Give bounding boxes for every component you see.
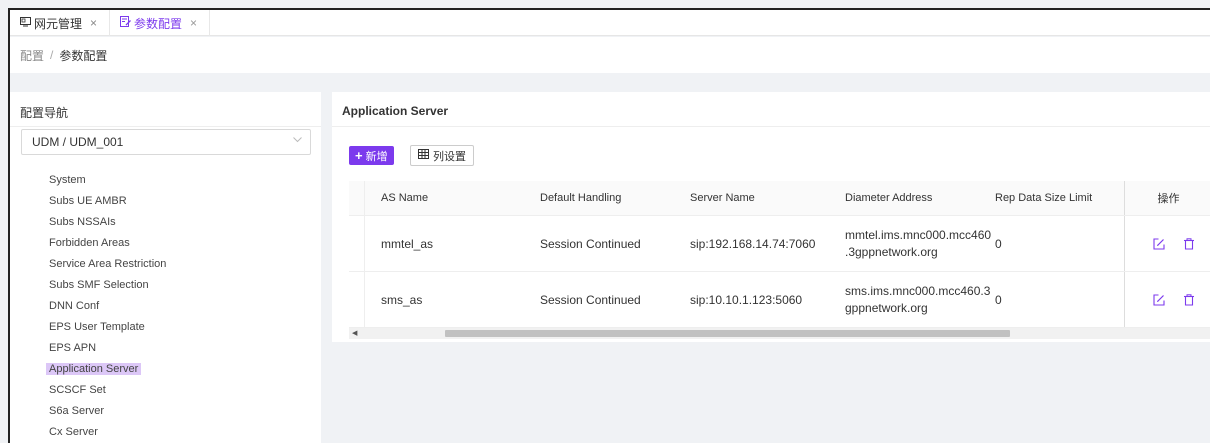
table-row: mmtel_as Session Continued sip:192.168.1… (349, 216, 1210, 272)
header-operations: 操作 (1157, 193, 1180, 205)
diameter-line-1: mmtel.ims.mnc000.mcc460 (845, 227, 992, 242)
add-button[interactable]: + 新增 (349, 146, 394, 165)
nav-item-scscf-set[interactable]: SCSCF Set (46, 380, 169, 401)
cell-as-name: mmtel_as (381, 236, 434, 251)
header-default-handling: Default Handling (540, 192, 622, 204)
cell-rep-data-size-limit: 0 (987, 272, 1125, 327)
cell-rep-data-size-limit: 0 (987, 216, 1125, 271)
row-select-cell (349, 216, 365, 271)
add-button-label: 新增 (365, 150, 388, 163)
monitor-icon (20, 16, 31, 30)
app-frame: 网元管理 × 参数配置 × 配置 / 参数配置 配置导航 UDM / UDM_0… (8, 8, 1210, 443)
tab-label: 网元管理 (34, 16, 83, 31)
close-icon[interactable]: × (190, 16, 197, 30)
nav-item-subs-smf-selection[interactable]: Subs SMF Selection (46, 275, 169, 296)
diameter-line-1: sms.ims.mnc000.mcc460.3 (845, 283, 991, 298)
application-server-table: AS Name Default Handling Server Name Dia… (349, 181, 1210, 328)
nav-item-subs-nssais[interactable]: Subs NSSAIs (46, 212, 169, 233)
cell-operations (1125, 272, 1210, 327)
delete-icon[interactable] (1183, 293, 1195, 306)
nf-select[interactable]: UDM / UDM_001 (21, 129, 311, 155)
tab-parameter-config[interactable]: 参数配置 × (110, 10, 211, 36)
row-select-cell (349, 272, 365, 327)
cell-diameter-address: sms.ims.mnc000.mcc460.3 gppnetwork.org (837, 272, 991, 327)
tab-bar: 网元管理 × 参数配置 × (10, 10, 1210, 36)
cell-server-name: sip:10.10.1.123:5060 (690, 292, 803, 307)
nav-item-service-area-restriction[interactable]: Service Area Restriction (46, 254, 169, 275)
panel-title: 配置导航 (20, 106, 69, 120)
breadcrumb-current: 参数配置 (59, 48, 108, 63)
nav-item-eps-user-template[interactable]: EPS User Template (46, 317, 169, 338)
chevron-down-icon (293, 135, 302, 146)
config-doc-icon (120, 16, 131, 30)
config-nav-panel: 配置导航 UDM / UDM_001 System Subs UE AMBR S… (10, 92, 321, 443)
cell-default-handling: Session Continued (540, 292, 641, 307)
nav-item-subs-ue-ambr[interactable]: Subs UE AMBR (46, 191, 169, 212)
header-diameter-address: Diameter Address (845, 191, 933, 204)
cell-as-name: sms_as (381, 292, 423, 307)
config-nav-list: System Subs UE AMBR Subs NSSAIs Forbidde… (46, 170, 169, 443)
edit-icon[interactable] (1153, 293, 1165, 306)
cell-default-handling: Session Continued (540, 236, 641, 251)
diameter-line-2: gppnetwork.org (845, 300, 928, 315)
application-server-panel: Application Server + 新增 列设置 AS Name Defa… (332, 92, 1210, 342)
table-row: sms_as Session Continued sip:10.10.1.123… (349, 272, 1210, 328)
table-header: AS Name Default Handling Server Name Dia… (349, 181, 1210, 216)
column-settings-label: 列设置 (433, 150, 466, 163)
breadcrumb-separator: / (50, 48, 54, 62)
header-server-name: Server Name (690, 192, 755, 204)
tab-label: 参数配置 (134, 16, 183, 31)
divider (332, 126, 1210, 127)
diameter-line-2: .3gppnetwork.org (845, 244, 938, 259)
nav-item-system[interactable]: System (46, 170, 169, 191)
nav-item-application-server[interactable]: Application Server (46, 363, 142, 375)
select-value: UDM / UDM_001 (32, 135, 124, 149)
page-title: Application Server (342, 104, 449, 118)
grid-icon (418, 149, 429, 162)
nav-item-forbidden-areas[interactable]: Forbidden Areas (46, 233, 169, 254)
header-as-name: AS Name (381, 192, 429, 204)
cell-operations (1125, 216, 1210, 271)
scrollbar-thumb[interactable] (445, 330, 1010, 337)
scroll-left-arrow-icon[interactable]: ◀ (352, 329, 357, 337)
divider (10, 126, 321, 127)
row-select-header (349, 181, 365, 215)
breadcrumb-parent[interactable]: 配置 (20, 47, 44, 64)
plus-icon: + (355, 148, 363, 163)
horizontal-scrollbar[interactable]: ◀ (349, 328, 1210, 339)
edit-icon[interactable] (1153, 237, 1165, 250)
column-settings-button[interactable]: 列设置 (410, 145, 474, 166)
nav-item-cx-server[interactable]: Cx Server (46, 422, 169, 443)
breadcrumb: 配置 / 参数配置 (10, 37, 1210, 73)
cell-diameter-address: mmtel.ims.mnc000.mcc460 .3gppnetwork.org (837, 216, 991, 271)
header-rep-data-size-limit: Rep Data Size Limit (987, 181, 1125, 215)
cell-server-name: sip:192.168.14.74:7060 (690, 236, 816, 251)
close-icon[interactable]: × (90, 16, 97, 30)
tab-network-element-management[interactable]: 网元管理 × (10, 10, 111, 36)
nav-item-eps-apn[interactable]: EPS APN (46, 338, 169, 359)
nav-item-dnn-conf[interactable]: DNN Conf (46, 296, 169, 317)
delete-icon[interactable] (1183, 237, 1195, 250)
nav-item-s6a-server[interactable]: S6a Server (46, 401, 169, 422)
